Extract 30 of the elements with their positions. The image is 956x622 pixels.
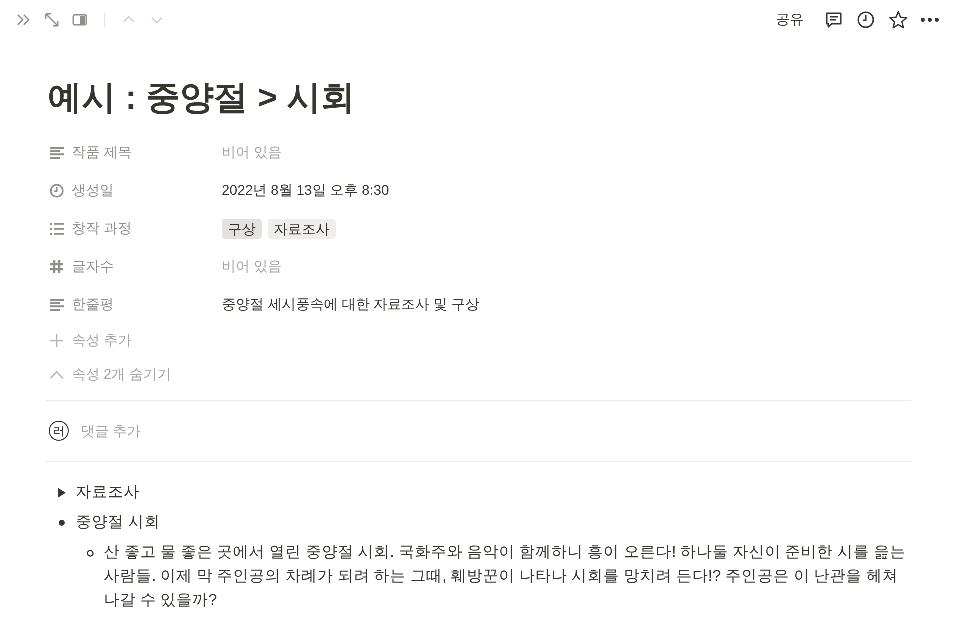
hide-properties-button[interactable]: 속성 2개 숨기기 bbox=[72, 366, 172, 384]
property-value[interactable]: 2022년 8월 13일 오후 8:30 bbox=[222, 182, 390, 200]
text-lines-icon bbox=[50, 299, 64, 311]
text-lines-icon bbox=[50, 147, 64, 159]
property-name[interactable]: 작품 제목 bbox=[72, 144, 132, 162]
clock-icon bbox=[50, 184, 64, 198]
page-title: 예시 : 중양절 > 시회 bbox=[48, 78, 356, 119]
avatar: 러 bbox=[49, 421, 69, 441]
block-text: 자료조사 bbox=[76, 483, 140, 503]
property-name[interactable]: 생성일 bbox=[72, 182, 114, 200]
hollow-bullet-icon bbox=[86, 550, 94, 556]
property-value[interactable]: 비어 있음 bbox=[222, 144, 282, 162]
tag: 자료조사 bbox=[268, 219, 336, 239]
share-button[interactable]: 공유 bbox=[770, 8, 810, 32]
property-name[interactable]: 창작 과정 bbox=[72, 220, 132, 238]
chevron-up-icon bbox=[50, 371, 64, 379]
property-value[interactable]: 중양절 세시풍속에 대한 자료조사 및 구상 bbox=[222, 296, 480, 314]
property-value[interactable]: 비어 있음 bbox=[222, 258, 282, 276]
block-text: 산 좋고 물 좋은 곳에서 열린 중양절 시회. 국화주와 음악이 함께하니 흥이 오른다! 하나둘 자신이 준비한 시를 읊는 사람들. 이제 막 주인공의 차례가 되려 하는 그때, 훼방꾼이 나타나 시회를 망치려 든다!? 주인공은 이 난관을 헤쳐 나갈 수 있을까? bbox=[104, 543, 907, 611]
bullet-icon bbox=[59, 520, 65, 526]
property-name[interactable]: 글자수 bbox=[72, 258, 114, 276]
hash-icon bbox=[50, 260, 64, 274]
plus-icon bbox=[50, 334, 64, 348]
triangle-right-icon[interactable] bbox=[57, 488, 67, 498]
list-icon bbox=[50, 223, 64, 235]
comment-field[interactable]: 댓글 추가 bbox=[81, 421, 381, 441]
block-text: 중양절 시회 bbox=[76, 513, 160, 533]
add-property-button[interactable]: 속성 추가 bbox=[72, 332, 132, 350]
property-name[interactable]: 한줄평 bbox=[72, 296, 114, 314]
tag: 구상 bbox=[222, 219, 262, 239]
